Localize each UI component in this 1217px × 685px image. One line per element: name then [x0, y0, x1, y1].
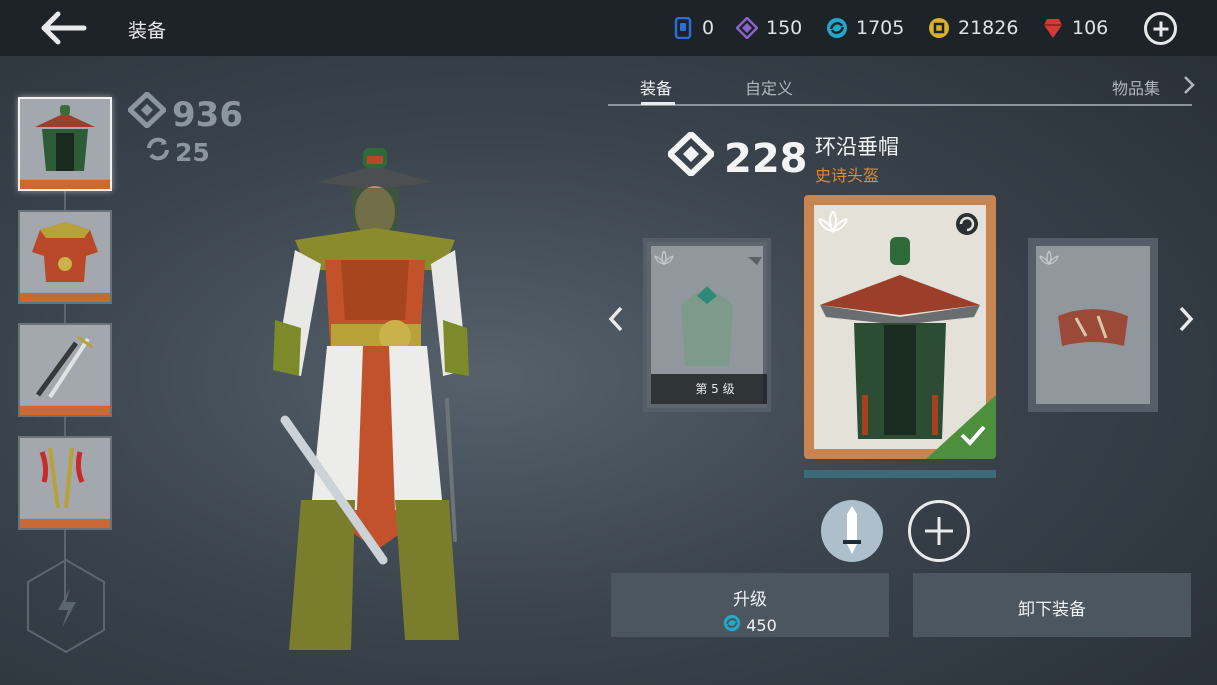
card-icon [672, 16, 694, 40]
currency-purple: 150 [735, 16, 803, 40]
add-enchant-button[interactable] [908, 500, 970, 562]
currency-gold: 21826 [928, 16, 1018, 40]
refresh-icon [145, 136, 171, 168]
blade-enchant-button[interactable] [821, 500, 883, 562]
carousel-prev-arrow-icon[interactable] [606, 304, 626, 334]
item-card-next[interactable] [1028, 238, 1158, 412]
gold-coin-icon [928, 17, 950, 39]
slot-rarity-bar [20, 180, 110, 189]
armor-thumbnail [20, 212, 110, 292]
character-refresh-stat: 25 [145, 136, 210, 168]
back-arrow-icon[interactable] [38, 10, 90, 46]
slot-rarity-bar [20, 406, 110, 415]
swirl-icon [954, 211, 980, 241]
power-icon [126, 90, 168, 137]
item-power-value: 228 [724, 136, 808, 182]
item-power: 228 [665, 129, 808, 186]
darts-thumbnail [20, 438, 110, 518]
refresh-value: 25 [175, 137, 210, 167]
currency-value: 150 [766, 17, 803, 39]
equipped-check-icon [926, 395, 996, 459]
currency-value: 21826 [958, 17, 1019, 39]
currency-cards: 0 [672, 16, 714, 40]
upgrade-cost-value: 450 [746, 615, 777, 635]
add-currency-button[interactable] [1144, 12, 1177, 45]
item-card-prev[interactable]: 第 5 级 [643, 238, 771, 412]
item-card-selected[interactable] [804, 195, 996, 459]
currency-value: 0 [702, 17, 715, 39]
helmet-thumbnail [20, 99, 110, 179]
weapon-slot[interactable] [18, 323, 112, 417]
chevron-right-icon[interactable] [1182, 74, 1196, 96]
upgrade-progress-bar [804, 470, 996, 478]
unequip-button[interactable]: 卸下装备 [913, 573, 1191, 637]
carousel-next-arrow-icon[interactable] [1176, 304, 1196, 334]
currency-ruby: 106 [1042, 16, 1108, 40]
tab-equip[interactable]: 装备 [640, 75, 672, 99]
ranged-slot[interactable] [18, 436, 112, 530]
upgrade-label: 升级 [733, 590, 767, 610]
item-name: 环沿垂帽 [815, 135, 899, 159]
currency-orbs: 1705 [826, 16, 904, 40]
page-title: 装备 [128, 20, 167, 42]
lotus-icon [1038, 250, 1060, 270]
unequip-label: 卸下装备 [1018, 600, 1086, 620]
armor-slot[interactable] [18, 210, 112, 304]
active-tab-indicator [641, 102, 675, 105]
currency-value: 1705 [856, 17, 905, 39]
flag-icon [747, 252, 763, 271]
item-level-label: 第 5 级 [651, 374, 767, 404]
equipment-tabs: 装备 自定义 物品集 [608, 70, 1192, 106]
lightning-hex-slot[interactable] [24, 558, 108, 654]
lotus-icon [653, 250, 675, 270]
tab-collection[interactable]: 物品集 [1112, 75, 1160, 99]
red-ruby-icon [1042, 17, 1064, 39]
slot-rarity-bar [20, 519, 110, 528]
character-power: 936 [126, 90, 243, 137]
blade-icon [843, 506, 861, 554]
purple-gem-icon [735, 16, 759, 40]
helmet-slot[interactable] [18, 97, 112, 191]
upgrade-cost: 450 [611, 614, 889, 636]
power-value: 936 [172, 94, 243, 135]
blue-orb-icon [826, 17, 848, 39]
currency-value: 106 [1072, 17, 1109, 39]
slot-rarity-bar [20, 293, 110, 302]
item-rarity: 史诗头盔 [815, 166, 880, 185]
top-bar: 装备 0 150 1705 21826 106 [0, 0, 1217, 56]
power-icon [665, 129, 717, 186]
upgrade-button[interactable]: 升级 450 [611, 573, 889, 637]
blue-orb-icon [723, 614, 741, 636]
tab-customize[interactable]: 自定义 [745, 75, 793, 99]
swords-thumbnail [20, 325, 110, 405]
character-model [255, 140, 485, 675]
lightning-icon [58, 588, 76, 628]
lotus-icon [816, 209, 850, 239]
